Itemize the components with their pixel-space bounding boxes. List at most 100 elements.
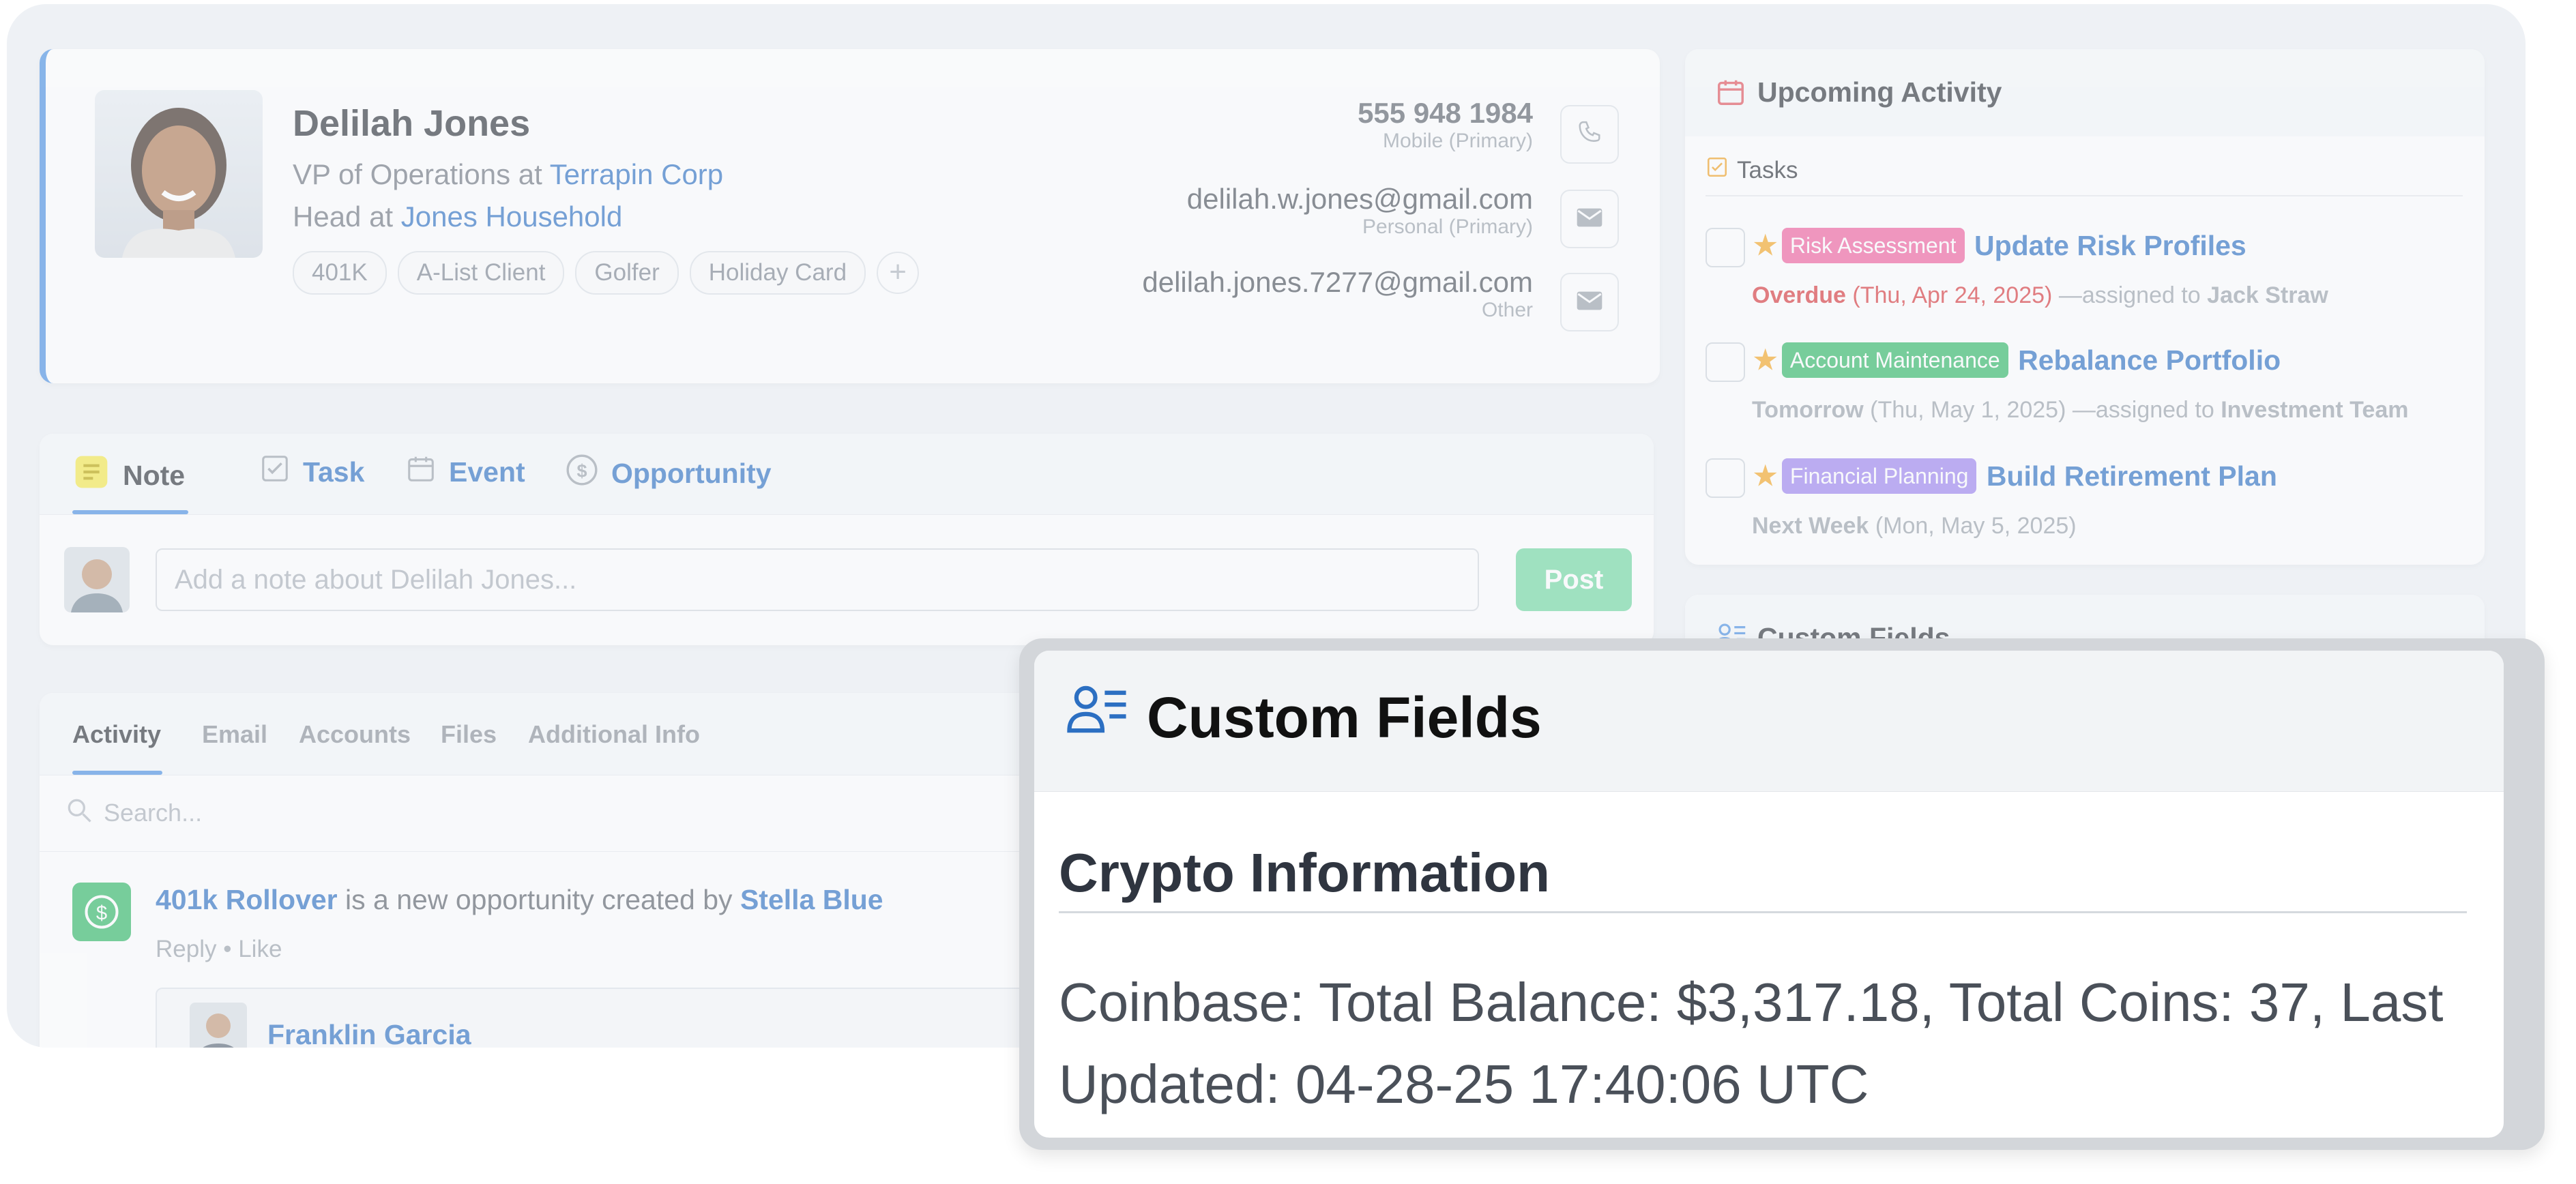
active-tab-indicator — [72, 510, 188, 514]
task-title[interactable]: Rebalance Portfolio — [2018, 344, 2281, 376]
task-title[interactable]: Build Retirement Plan — [1987, 460, 2277, 492]
tag-golfer[interactable]: Golfer — [575, 251, 679, 295]
task-checkbox[interactable] — [1706, 342, 1745, 382]
email-primary-button[interactable] — [1560, 190, 1619, 248]
calendar-icon — [405, 453, 449, 491]
note-composer: Note Task Event $ Opportunity Add a note… — [40, 434, 1654, 645]
task-when: Tomorrow — [1752, 397, 1864, 423]
tag-401k[interactable]: 401K — [293, 251, 387, 295]
tab-additional-info[interactable]: Additional Info — [528, 720, 700, 749]
tag-a-list-client[interactable]: A-List Client — [397, 251, 565, 295]
phone-number[interactable]: 555 948 1984 — [1358, 97, 1533, 130]
reply-avatar — [190, 1003, 247, 1048]
calendar-icon — [1715, 76, 1746, 111]
tab-email[interactable]: Email — [202, 720, 267, 749]
contact-role-line: VP of Operations at Terrapin Corp — [293, 158, 723, 191]
opportunity-link[interactable]: 401k Rollover — [156, 884, 338, 915]
tab-note[interactable]: Note — [72, 453, 185, 498]
phone-label: Mobile (Primary) — [1382, 130, 1533, 152]
author-link[interactable]: Stella Blue — [740, 884, 883, 915]
call-button[interactable] — [1560, 105, 1619, 164]
tab-task-label: Task — [303, 456, 365, 488]
task-date: (Thu, May 1, 2025) — [1870, 397, 2066, 423]
email-primary-label: Personal (Primary) — [1362, 216, 1533, 238]
task-assignee[interactable]: Investment Team — [2221, 397, 2408, 423]
tab-event-label: Event — [449, 456, 525, 488]
search-placeholder: Search... — [104, 799, 203, 827]
task-meta: Tomorrow (Thu, May 1, 2025) —assigned to… — [1752, 397, 2408, 424]
zoom-title: Custom Fields — [1147, 685, 1542, 750]
task-badge: Financial Planning — [1781, 458, 1977, 494]
star-icon[interactable]: ★ — [1752, 460, 1779, 493]
zoom-content: Custom Fields Crypto Information Coinbas… — [1034, 651, 2504, 1138]
tab-task[interactable]: Task — [259, 453, 364, 491]
tasks-label: Tasks — [1737, 156, 1798, 183]
user-avatar — [64, 547, 130, 612]
tab-event[interactable]: Event — [405, 453, 525, 491]
search-icon — [64, 795, 94, 831]
email-other-label: Other — [1481, 299, 1533, 321]
like-link[interactable]: Like — [238, 936, 282, 962]
separator: • — [223, 936, 232, 962]
contact-card: Delilah Jones VP of Operations at Terrap… — [40, 49, 1660, 383]
tab-activity[interactable]: Activity — [72, 720, 161, 749]
activity-search[interactable]: Search... — [64, 793, 202, 833]
crypto-section-title: Crypto Information — [1059, 842, 2467, 913]
task-badge: Risk Assessment — [1781, 228, 1965, 263]
add-tag-icon[interactable]: + — [877, 252, 920, 294]
reply-link[interactable]: Reply — [156, 936, 216, 962]
post-button[interactable]: Post — [1516, 548, 1632, 611]
tab-files[interactable]: Files — [441, 720, 497, 749]
crypto-info-text: Coinbase: Total Balance: $3,317.18, Tota… — [1059, 972, 2444, 1114]
email-other[interactable]: delilah.jones.7277@gmail.com — [1142, 266, 1533, 299]
task-date: (Thu, Apr 24, 2025) — [1852, 282, 2053, 308]
envelope-icon — [1576, 207, 1603, 232]
upcoming-activity-card: Upcoming Activity Tasks ★ Risk Assessmen… — [1685, 49, 2485, 565]
task-meta: Next Week (Mon, May 5, 2025) — [1752, 513, 2077, 539]
tag-holiday-card[interactable]: Holiday Card — [689, 251, 866, 295]
note-input[interactable]: Add a note about Delilah Jones... — [156, 548, 1479, 611]
task-checkbox[interactable] — [1706, 458, 1745, 498]
reply-author[interactable]: Franklin Garcia — [267, 1019, 471, 1048]
dollar-circle-icon: $ — [565, 453, 611, 494]
divider — [1706, 195, 2463, 196]
role-prefix: VP of Operations at — [293, 158, 542, 190]
contact-household-line: Head at Jones Household — [293, 201, 622, 233]
task-badge: Account Maintenance — [1781, 342, 2008, 378]
tab-note-label: Note — [123, 459, 186, 491]
email-other-button[interactable] — [1560, 273, 1619, 331]
note-icon — [72, 453, 123, 498]
star-icon[interactable]: ★ — [1752, 229, 1779, 263]
activity-description: is a new opportunity created by — [345, 884, 733, 915]
household-prefix: Head at — [293, 201, 394, 233]
task-title[interactable]: Update Risk Profiles — [1974, 230, 2246, 261]
household-link[interactable]: Jones Household — [401, 201, 623, 233]
tag-list: 401K A-List Client Golfer Holiday Card + — [293, 251, 920, 295]
upcoming-header: Upcoming Activity — [1685, 49, 2485, 136]
tab-accounts[interactable]: Accounts — [299, 720, 411, 749]
user-list-icon — [1067, 682, 1128, 740]
star-icon[interactable]: ★ — [1752, 344, 1779, 377]
tab-opportunity[interactable]: $ Opportunity — [565, 453, 772, 494]
tasks-heading: Tasks — [1706, 156, 1798, 185]
checkbox-icon — [1706, 156, 1729, 185]
email-other-block: delilah.jones.7277@gmail.com Other — [1142, 266, 1533, 322]
task-assignee[interactable]: Jack Straw — [2207, 282, 2328, 308]
svg-text:$: $ — [576, 460, 587, 481]
company-link[interactable]: Terrapin Corp — [550, 158, 723, 190]
task-checkbox[interactable] — [1706, 228, 1745, 267]
contact-avatar — [95, 90, 263, 258]
phone-icon — [1577, 120, 1602, 149]
email-primary[interactable]: delilah.w.jones@gmail.com — [1187, 183, 1533, 216]
activity-item-text: 401k Rollover is a new opportunity creat… — [156, 884, 883, 916]
zoom-header: Custom Fields — [1034, 651, 2504, 792]
upcoming-title: Upcoming Activity — [1757, 76, 2002, 108]
custom-fields-zoom: Custom Fields Crypto Information Coinbas… — [1019, 638, 2545, 1150]
svg-text:$: $ — [96, 902, 107, 924]
task-when: Overdue — [1752, 282, 1846, 308]
tab-opportunity-label: Opportunity — [611, 457, 772, 489]
assign-prefix: —assigned to — [2058, 282, 2201, 308]
composer-tabs: Note Task Event $ Opportunity — [40, 434, 1654, 515]
task-date: (Mon, May 5, 2025) — [1875, 513, 2077, 539]
phone-block: 555 948 1984 Mobile (Primary) — [1358, 97, 1533, 153]
